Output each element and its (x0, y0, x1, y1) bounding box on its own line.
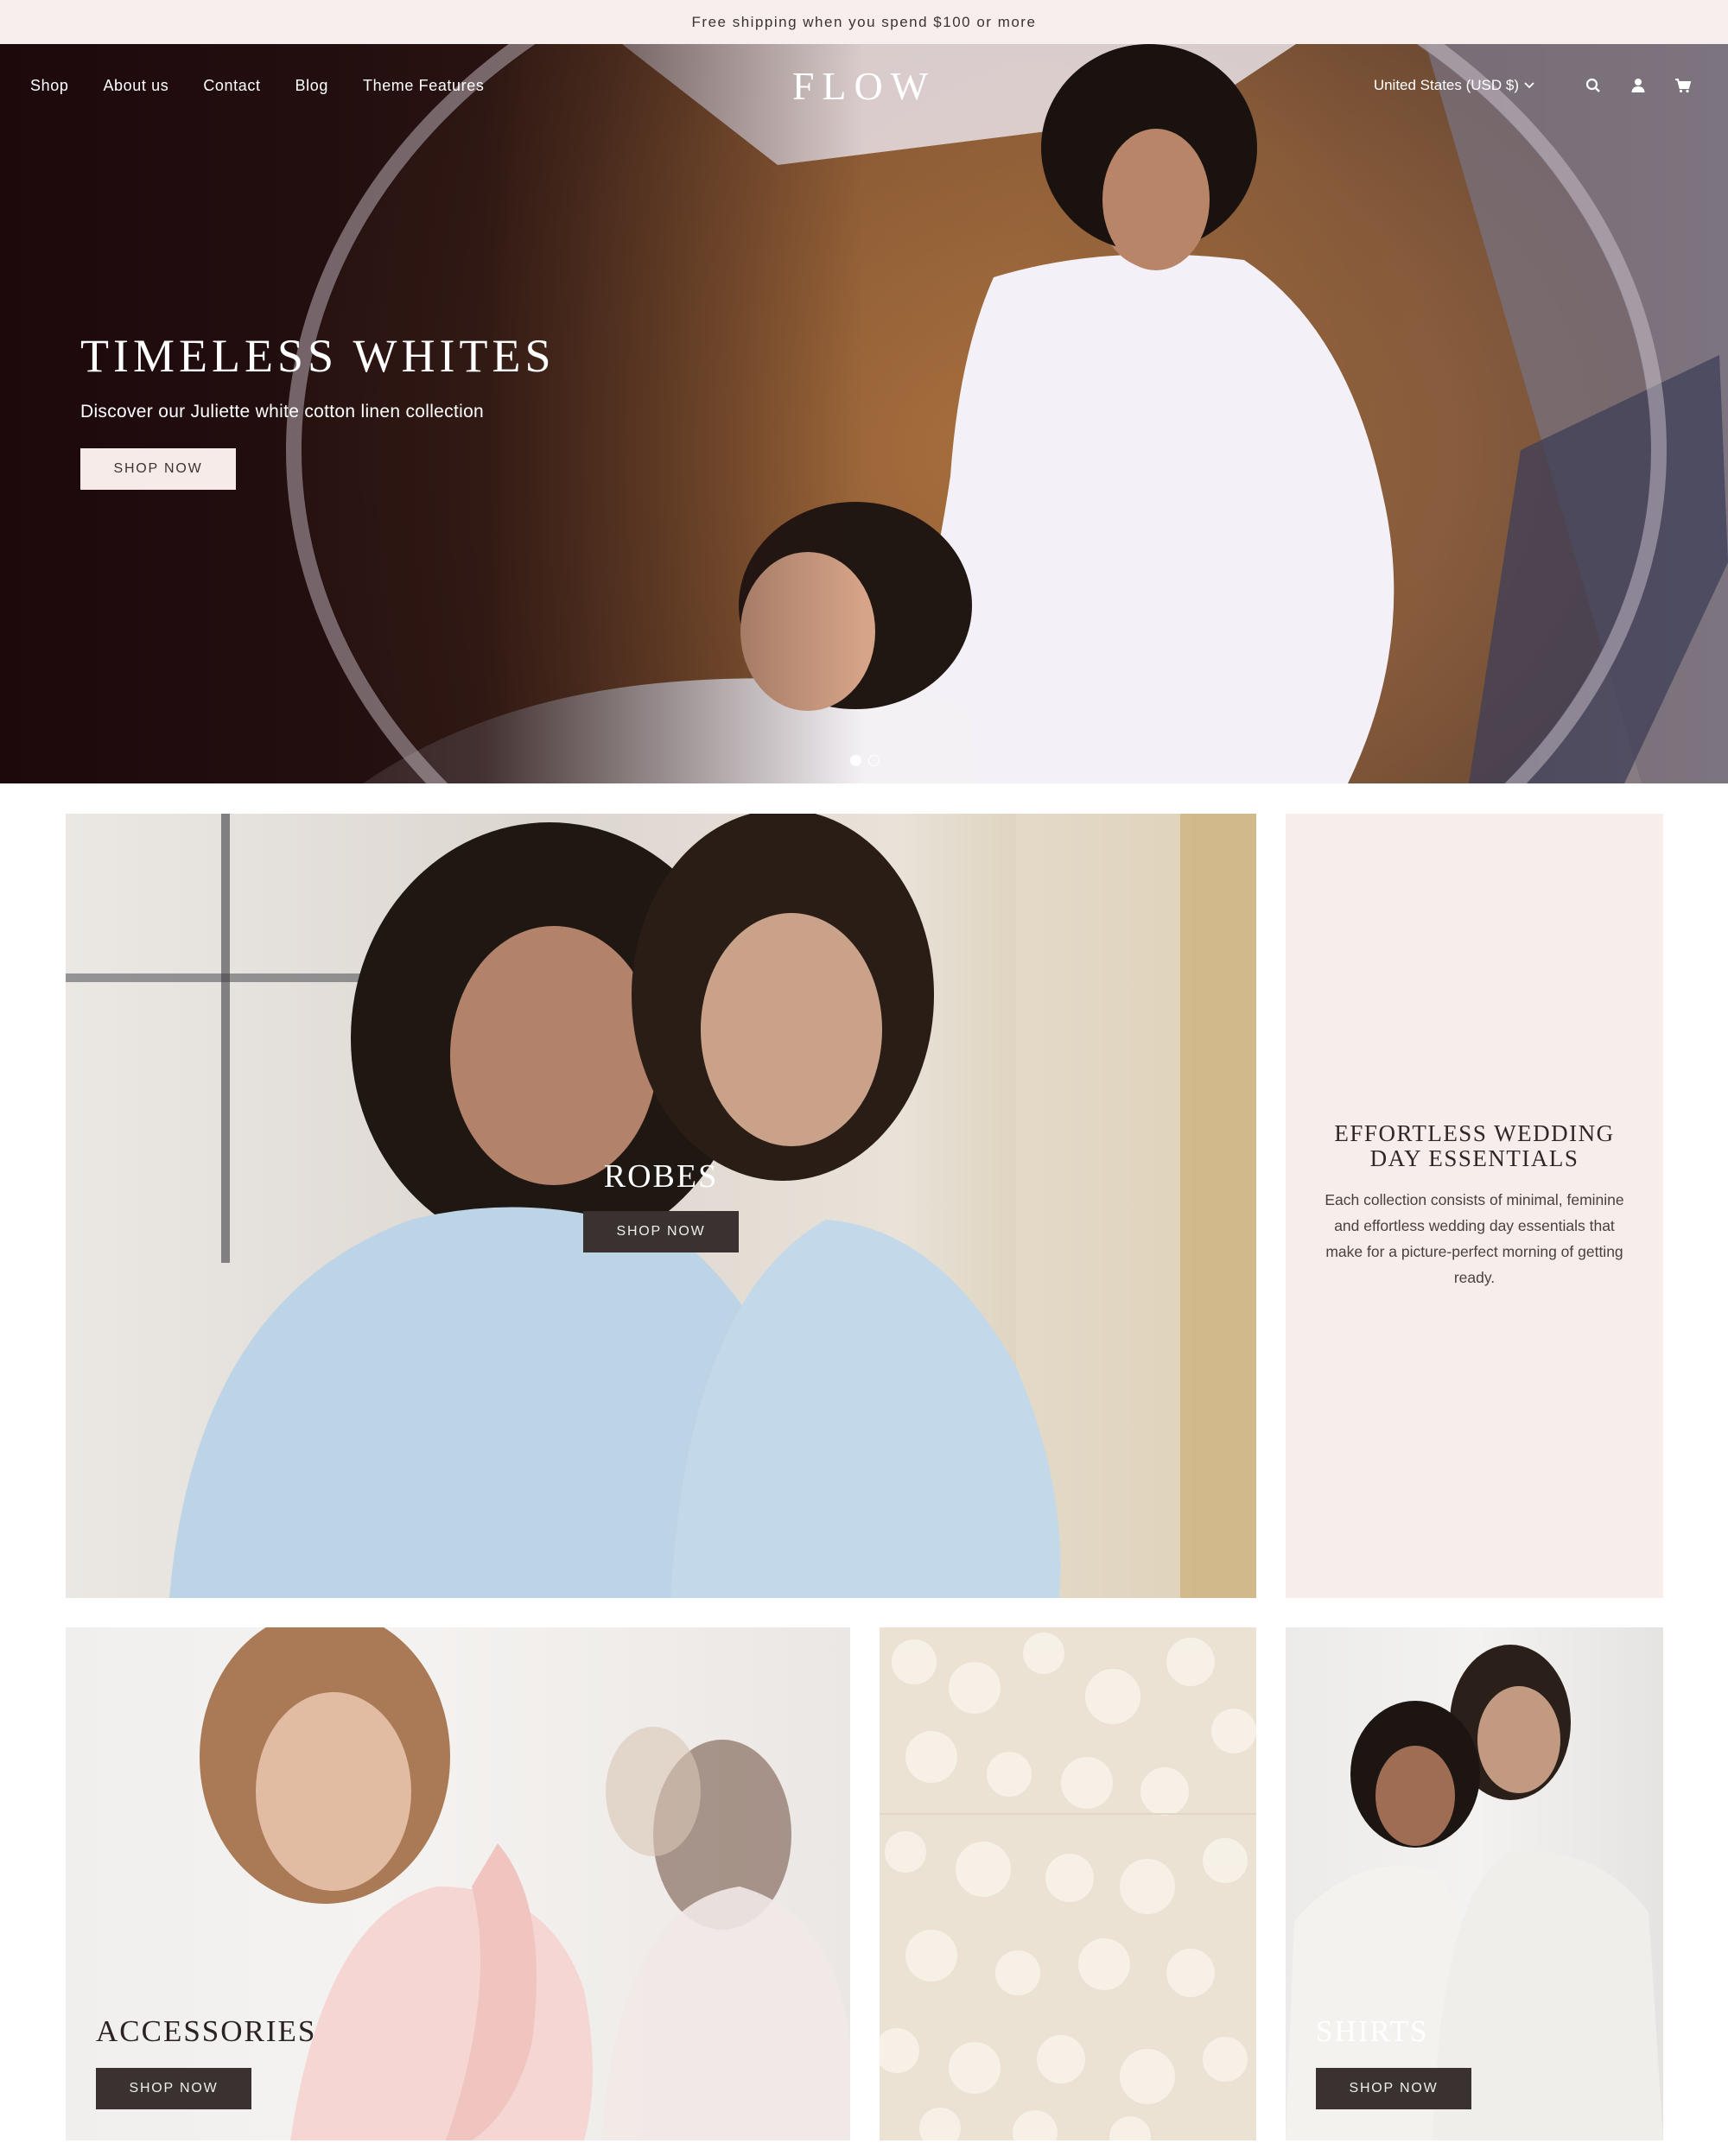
accessories-title: ACCESSORIES (96, 2014, 317, 2048)
robes-title: ROBES (603, 1158, 719, 1195)
header-actions: United States (USD $) (1374, 44, 1693, 127)
collection-accessories[interactable]: ACCESSORIES SHOP NOW (66, 1627, 850, 2140)
cart-icon[interactable] (1673, 75, 1693, 96)
site-header: Shop About us Contact Blog Theme Feature… (0, 44, 1728, 127)
robes-image (66, 814, 1256, 1598)
collection-shirts[interactable]: SHIRTS SHOP NOW (1286, 1627, 1663, 2140)
search-icon[interactable] (1583, 75, 1604, 96)
flowers-image-tile (880, 1627, 1256, 2140)
accessories-image (200, 1627, 850, 2140)
currency-label: United States (USD $) (1373, 77, 1519, 93)
essentials-block: EFFORTLESS WEDDING DAY ESSENTIALS Each c… (1286, 814, 1663, 1598)
accessories-shop-now-button[interactable]: SHOP NOW (96, 2068, 251, 2109)
announcement-bar: Free shipping when you spend $100 or mor… (0, 0, 1728, 44)
robes-shop-now-button[interactable]: SHOP NOW (583, 1211, 739, 1252)
slide-dot-2[interactable] (868, 755, 880, 766)
announcement-text: Free shipping when you spend $100 or mor… (691, 13, 1037, 30)
hero-shop-now-button[interactable]: SHOP NOW (80, 448, 236, 490)
chevron-down-icon (1524, 82, 1534, 89)
hero-subtitle: Discover our Juliette white cotton linen… (80, 402, 485, 422)
slideshow-dots (850, 755, 886, 766)
shirts-shop-now-button[interactable]: SHOP NOW (1316, 2068, 1471, 2109)
account-icon[interactable] (1628, 75, 1649, 96)
collection-robes[interactable]: ROBES SHOP NOW (66, 814, 1256, 1598)
hero-title: TIMELESS WHITES (80, 330, 556, 382)
hero-banner: Shop About us Contact Blog Theme Feature… (0, 44, 1728, 783)
flowers-image (880, 1633, 1256, 2140)
shirts-image (1286, 1645, 1663, 2140)
currency-selector[interactable]: United States (USD $) (1374, 77, 1534, 94)
essentials-description: Each collection consists of minimal, fem… (1325, 1191, 1624, 1286)
shirts-title: SHIRTS (1316, 2014, 1429, 2048)
essentials-title: EFFORTLESS WEDDING DAY ESSENTIALS (1334, 1120, 1615, 1171)
slide-dot-1[interactable] (850, 755, 861, 766)
